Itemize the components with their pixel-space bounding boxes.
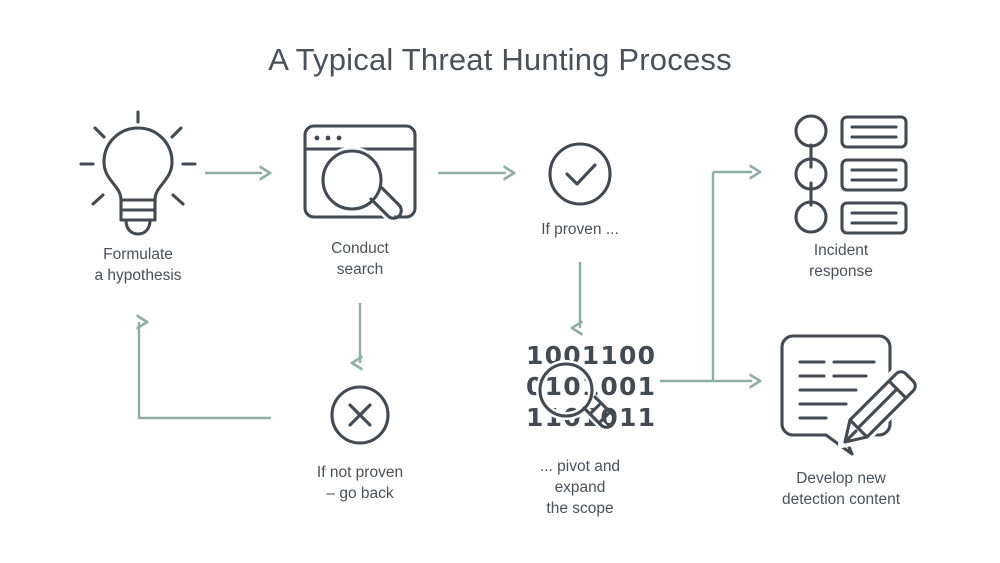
page-title: A Typical Threat Hunting Process: [268, 42, 732, 77]
speech-bubble-pencil-icon: [748, 332, 934, 456]
node-conduct-search: Conduct search: [272, 124, 448, 280]
node-caption: Formulate a hypothesis: [94, 246, 182, 284]
magnifier-overlay-icon: [536, 360, 616, 434]
browser-magnifier-icon: [272, 124, 448, 228]
node-caption: If proven ...: [541, 221, 619, 238]
check-circle-icon: [498, 142, 662, 208]
x-circle-icon: [278, 384, 442, 450]
connector-not-proven-to-hypothesis: [139, 322, 271, 420]
binary-magnifier-icon: 1001100 0101001 1101011: [500, 340, 660, 444]
lightbulb-icon: [48, 110, 228, 236]
node-pivot-expand-scope: 1001100 0101001 1101011 ... pivot and ex…: [500, 340, 660, 519]
node-caption: ... pivot and expand the scope: [539, 458, 621, 517]
node-if-not-proven: If not proven – go back: [278, 384, 442, 504]
node-if-proven: If proven ...: [498, 142, 662, 240]
node-caption: Develop new detection content: [781, 470, 901, 508]
node-incident-response: Incident response: [762, 112, 920, 282]
node-caption: Incident response: [809, 242, 873, 280]
node-formulate-hypothesis: Formulate a hypothesis: [48, 110, 228, 286]
node-develop-detection-content: Develop new detection content: [748, 332, 934, 510]
node-caption: If not proven – go back: [316, 464, 404, 502]
node-caption: Conduct search: [331, 240, 389, 278]
checklist-timeline-icon: [762, 112, 920, 235]
